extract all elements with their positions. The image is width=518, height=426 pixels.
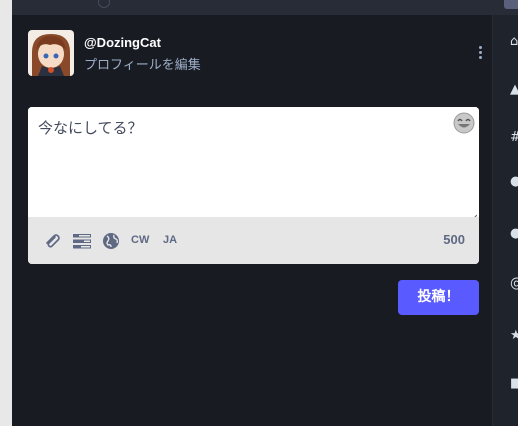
emoji-icon[interactable] [453, 112, 475, 134]
compose-textarea[interactable]: 今なにしてる？ [28, 107, 479, 223]
explore-nav-icon[interactable]: # [510, 131, 518, 145]
account-username[interactable]: @DozingCat [84, 35, 161, 50]
language-button[interactable]: JA [163, 234, 177, 246]
poll-icon[interactable] [72, 232, 92, 254]
resize-handle[interactable] [469, 207, 478, 223]
navigation-panel: ⌂ ▲ # ● ● @ ★ ■ [493, 15, 518, 426]
compose-placeholder: 今なにしてる？ [38, 119, 143, 137]
notifications-nav-icon[interactable]: ▲ [510, 83, 518, 97]
bookmarks-nav-icon[interactable]: ■ [510, 377, 518, 391]
submit-button[interactable]: 投稿！ [398, 280, 479, 315]
globe-icon[interactable] [102, 232, 120, 254]
column-header [12, 0, 518, 15]
left-window-edge [0, 0, 12, 426]
header-icon [98, 0, 110, 8]
kebab-menu-icon[interactable] [476, 44, 484, 62]
mentions-nav-icon[interactable]: @ [510, 277, 518, 291]
compose-drawer: @DozingCat プロフィールを編集 今なにしてる？ CW JA 500 投… [12, 15, 492, 426]
avatar[interactable] [28, 30, 74, 76]
local-nav-icon[interactable]: ● [510, 175, 518, 189]
compose-form: 今なにしてる？ CW JA 500 [28, 107, 479, 264]
compose-toolbar: CW JA 500 [28, 217, 479, 264]
content-warning-button[interactable]: CW [131, 234, 149, 246]
account-header: @DozingCat プロフィールを編集 [28, 30, 488, 78]
character-counter: 500 [443, 232, 465, 247]
favourites-nav-icon[interactable]: ★ [510, 329, 518, 343]
edit-profile-link[interactable]: プロフィールを編集 [84, 54, 201, 73]
paperclip-icon[interactable] [43, 232, 61, 254]
home-nav-icon[interactable]: ⌂ [510, 35, 518, 49]
header-corner-button[interactable] [504, 0, 518, 9]
federated-nav-icon[interactable]: ● [510, 227, 518, 241]
